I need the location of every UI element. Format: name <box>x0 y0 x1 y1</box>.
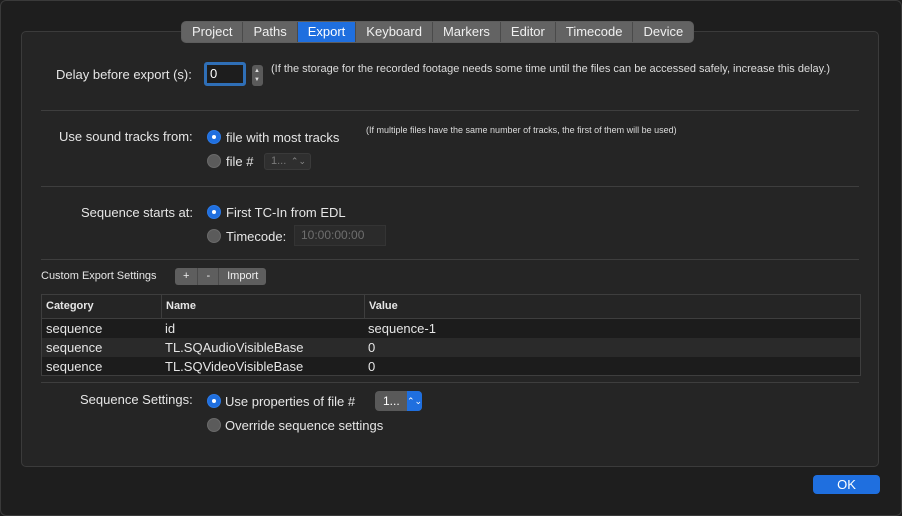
tab-timecode[interactable]: Timecode <box>555 22 634 42</box>
tab-paths[interactable]: Paths <box>243 22 298 42</box>
remove-button[interactable]: - <box>198 268 220 285</box>
table-row[interactable]: sequence id sequence-1 <box>42 319 860 338</box>
sequence-file-popup[interactable]: 1... ⌃⌄ <box>375 391 422 411</box>
delay-note: (If the storage for the recorded footage… <box>271 63 831 75</box>
ok-button[interactable]: OK <box>813 475 880 494</box>
file-number-label[interactable]: file # <box>226 154 253 169</box>
divider <box>41 382 859 383</box>
cell-category: sequence <box>46 359 103 374</box>
sequence-start-label: Sequence starts at: <box>81 205 194 220</box>
import-button[interactable]: Import <box>219 268 266 285</box>
stepper-down-icon[interactable]: ▼ <box>254 77 260 83</box>
column-header-value[interactable]: Value <box>364 295 860 318</box>
most-tracks-label[interactable]: file with most tracks <box>226 130 339 145</box>
use-properties-label[interactable]: Use properties of file # <box>225 394 355 409</box>
cell-name: id <box>165 321 176 336</box>
cell-value: sequence-1 <box>368 321 436 336</box>
radio-override-settings[interactable] <box>207 418 221 432</box>
divider <box>41 186 859 187</box>
divider <box>41 110 859 111</box>
table-row[interactable]: sequence TL.SQAudioVisibleBase 0 <box>42 338 860 357</box>
sound-tracks-note: (If multiple files have the same number … <box>366 125 677 135</box>
stepper-up-icon[interactable]: ▲ <box>254 68 260 74</box>
tab-device[interactable]: Device <box>633 22 694 42</box>
radio-use-properties[interactable] <box>207 394 221 408</box>
preferences-tab-bar: Project Paths Export Keyboard Markers Ed… <box>181 21 695 43</box>
cell-name: TL.SQVideoVisibleBase <box>165 359 304 374</box>
sequence-settings-label: Sequence Settings: <box>80 392 193 407</box>
custom-export-label: Custom Export Settings <box>41 270 157 282</box>
table-row[interactable]: sequence TL.SQVideoVisibleBase 0 <box>42 357 860 376</box>
sound-file-value: 1... <box>271 155 287 167</box>
chevron-updown-icon: ⌃⌄ <box>290 156 306 166</box>
tab-editor[interactable]: Editor <box>500 22 556 42</box>
override-settings-label[interactable]: Override sequence settings <box>225 418 383 433</box>
delay-label: Delay before export (s): <box>56 67 192 82</box>
sound-file-popup: 1... ⌃⌄ <box>264 153 311 170</box>
tab-export[interactable]: Export <box>297 22 357 42</box>
radio-file-number[interactable] <box>207 154 221 168</box>
cell-name: TL.SQAudioVisibleBase <box>165 340 304 355</box>
custom-export-table[interactable]: Category Name Value sequence id sequence… <box>41 294 861 376</box>
cell-category: sequence <box>46 340 103 355</box>
add-button[interactable]: + <box>175 268 199 285</box>
column-header-category[interactable]: Category <box>42 295 161 318</box>
radio-first-tc-in[interactable] <box>207 205 221 219</box>
tab-keyboard[interactable]: Keyboard <box>356 22 433 42</box>
custom-export-controls: + - Import <box>175 268 267 285</box>
cell-category: sequence <box>46 321 103 336</box>
column-header-name[interactable]: Name <box>161 295 364 318</box>
tab-markers[interactable]: Markers <box>432 22 501 42</box>
timecode-input: 10:00:00:00 <box>294 225 386 246</box>
delay-input[interactable]: 0 <box>204 62 246 86</box>
tab-project[interactable]: Project <box>182 22 244 42</box>
first-tc-in-label[interactable]: First TC-In from EDL <box>226 205 346 220</box>
radio-timecode[interactable] <box>207 229 221 243</box>
timecode-label[interactable]: Timecode: <box>226 229 286 244</box>
divider <box>41 259 859 260</box>
sequence-file-value: 1... <box>383 394 400 408</box>
cell-value: 0 <box>368 359 376 374</box>
radio-most-tracks[interactable] <box>207 130 221 144</box>
table-header: Category Name Value <box>42 295 860 319</box>
cell-value: 0 <box>368 340 376 355</box>
delay-stepper[interactable]: ▲ ▼ <box>252 65 263 86</box>
chevron-updown-icon: ⌃⌄ <box>407 391 422 411</box>
sound-tracks-label: Use sound tracks from: <box>59 129 193 144</box>
